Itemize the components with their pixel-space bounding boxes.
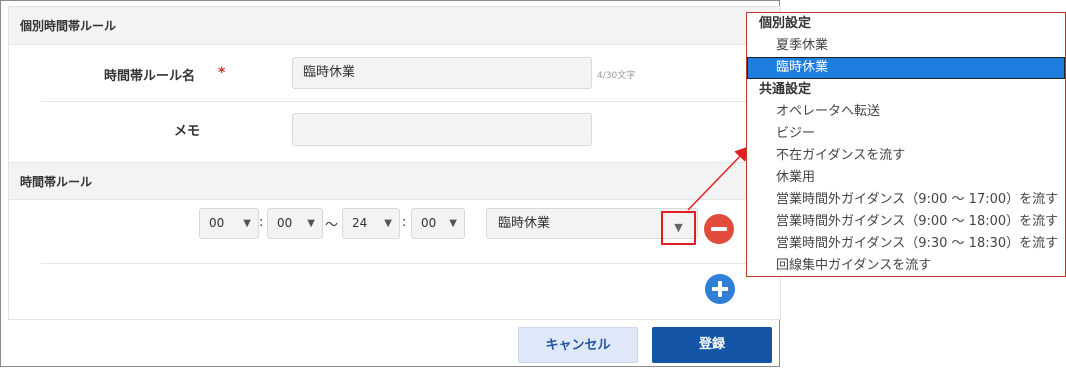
time-range-tilde: ～ (325, 218, 339, 233)
dropdown-option[interactable]: ビジー (747, 123, 1065, 145)
dropdown-option[interactable]: 不在ガイダンスを流す (747, 145, 1065, 167)
end-minute-value: 00 (421, 216, 437, 230)
dropdown-option[interactable]: 営業時間外ガイダンス（9:30 ～ 18:30）を流す (747, 233, 1065, 255)
rule-name-input[interactable]: 臨時休業 (292, 57, 592, 89)
add-row-button[interactable] (705, 274, 735, 304)
rule-select-dropdown-toggle[interactable]: ▼ (661, 211, 696, 245)
section-title-individual-rule: 個別時間帯ルール (9, 7, 780, 45)
section-title-time-rule: 時間帯ルール (9, 162, 780, 200)
start-hour-select[interactable]: 00 ▼ (199, 208, 259, 239)
form-panel: 個別時間帯ルール 時間帯ルール名 * 臨時休業 4/30文字 メモ 時間帯ルール (8, 6, 781, 320)
end-hour-value: 24 (352, 216, 368, 230)
end-minute-select[interactable]: 00 ▼ (411, 208, 465, 239)
dropdown-group-label: 個別設定 (759, 16, 812, 31)
rule-name-label: 時間帯ルール名 (104, 69, 196, 84)
rule-dropdown-list: 個別設定 夏季休業 臨時休業 共通設定 オペレータへ転送 ビジー 不在ガイダンス… (746, 12, 1066, 277)
submit-button[interactable]: 登録 (652, 327, 772, 363)
dropdown-group-label: 共通設定 (759, 82, 812, 97)
start-hour-value: 00 (209, 216, 225, 230)
dropdown-option[interactable]: オペレータへ転送 (747, 101, 1065, 123)
row-divider (41, 263, 749, 264)
minus-icon (711, 227, 727, 231)
dropdown-option-selected[interactable]: 臨時休業 (747, 57, 1065, 79)
dropdown-option[interactable]: 営業時間外ガイダンス（9:00 ～ 17:00）を流す (747, 189, 1065, 211)
name-char-counter: 4/30文字 (597, 71, 636, 81)
dropdown-option[interactable]: 営業時間外ガイダンス（9:00 ～ 18:00）を流す (747, 211, 1065, 233)
start-minute-value: 00 (277, 216, 293, 230)
cancel-button[interactable]: キャンセル (518, 327, 638, 363)
time-colon: : (259, 215, 264, 230)
time-colon: : (402, 215, 407, 230)
memo-textarea[interactable] (292, 113, 592, 146)
required-mark: * (218, 65, 226, 81)
remove-row-button[interactable] (704, 214, 734, 244)
end-hour-select[interactable]: 24 ▼ (342, 208, 400, 239)
dropdown-option[interactable]: 休業用 (747, 167, 1065, 189)
dropdown-option[interactable]: 夏季休業 (747, 35, 1065, 57)
memo-label: メモ (174, 124, 201, 139)
chevron-down-icon: ▼ (384, 218, 392, 229)
chevron-down-icon: ▼ (674, 221, 683, 234)
dropdown-option[interactable]: 回線集中ガイダンスを流す (747, 255, 1065, 276)
chevron-down-icon: ▼ (243, 218, 251, 229)
dialog-frame: 個別時間帯ルール 時間帯ルール名 * 臨時休業 4/30文字 メモ 時間帯ルール… (0, 0, 781, 367)
start-minute-select[interactable]: 00 ▼ (267, 208, 323, 239)
chevron-down-icon: ▼ (307, 218, 315, 229)
chevron-down-icon: ▼ (449, 218, 457, 229)
rule-action-value: 臨時休業 (498, 216, 551, 231)
row-divider (41, 101, 749, 102)
